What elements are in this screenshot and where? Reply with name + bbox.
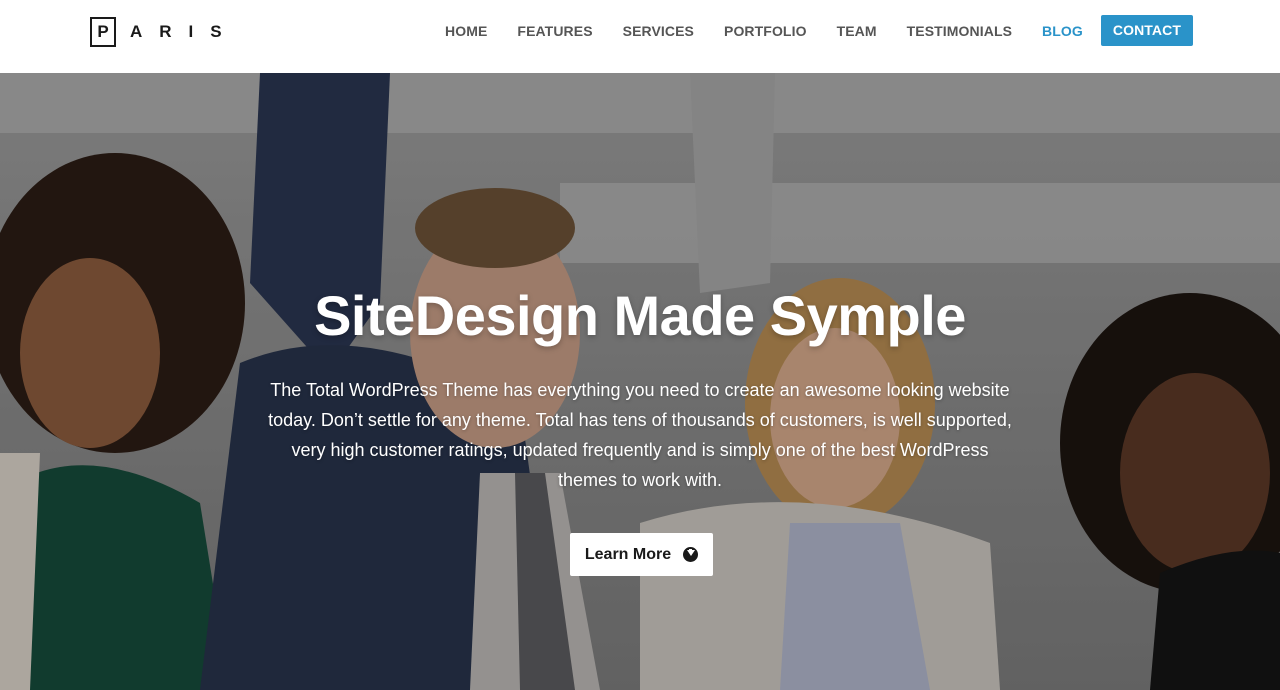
logo-text: ARIS: [130, 22, 239, 41]
hero-title: SiteDesign Made Symple: [314, 284, 966, 347]
hero-content: SiteDesign Made Symple The Total WordPre…: [0, 73, 1280, 690]
learn-more-button[interactable]: Learn More: [570, 533, 713, 576]
main-nav: HOME FEATURES SERVICES PORTFOLIO TEAM TE…: [415, 15, 1193, 46]
nav-portfolio[interactable]: PORTFOLIO: [724, 23, 807, 39]
nav-blog[interactable]: BLOG: [1042, 23, 1083, 39]
nav-testimonials[interactable]: TESTIMONIALS: [907, 23, 1012, 39]
nav-services[interactable]: SERVICES: [623, 23, 694, 39]
hero-section: SiteDesign Made Symple The Total WordPre…: [0, 73, 1280, 690]
logo-box-letter: P: [90, 17, 116, 47]
arrow-circle-down-icon: [683, 547, 699, 562]
nav-features[interactable]: FEATURES: [517, 23, 592, 39]
contact-button[interactable]: CONTACT: [1100, 15, 1193, 46]
hero-description: The Total WordPress Theme has everything…: [268, 380, 1012, 490]
site-logo[interactable]: P ARIS: [90, 17, 239, 47]
site-header: P ARIS HOME FEATURES SERVICES PORTFOLIO …: [0, 0, 1280, 73]
nav-home[interactable]: HOME: [445, 23, 487, 39]
nav-team[interactable]: TEAM: [837, 23, 877, 39]
learn-more-label: Learn More: [584, 545, 672, 563]
